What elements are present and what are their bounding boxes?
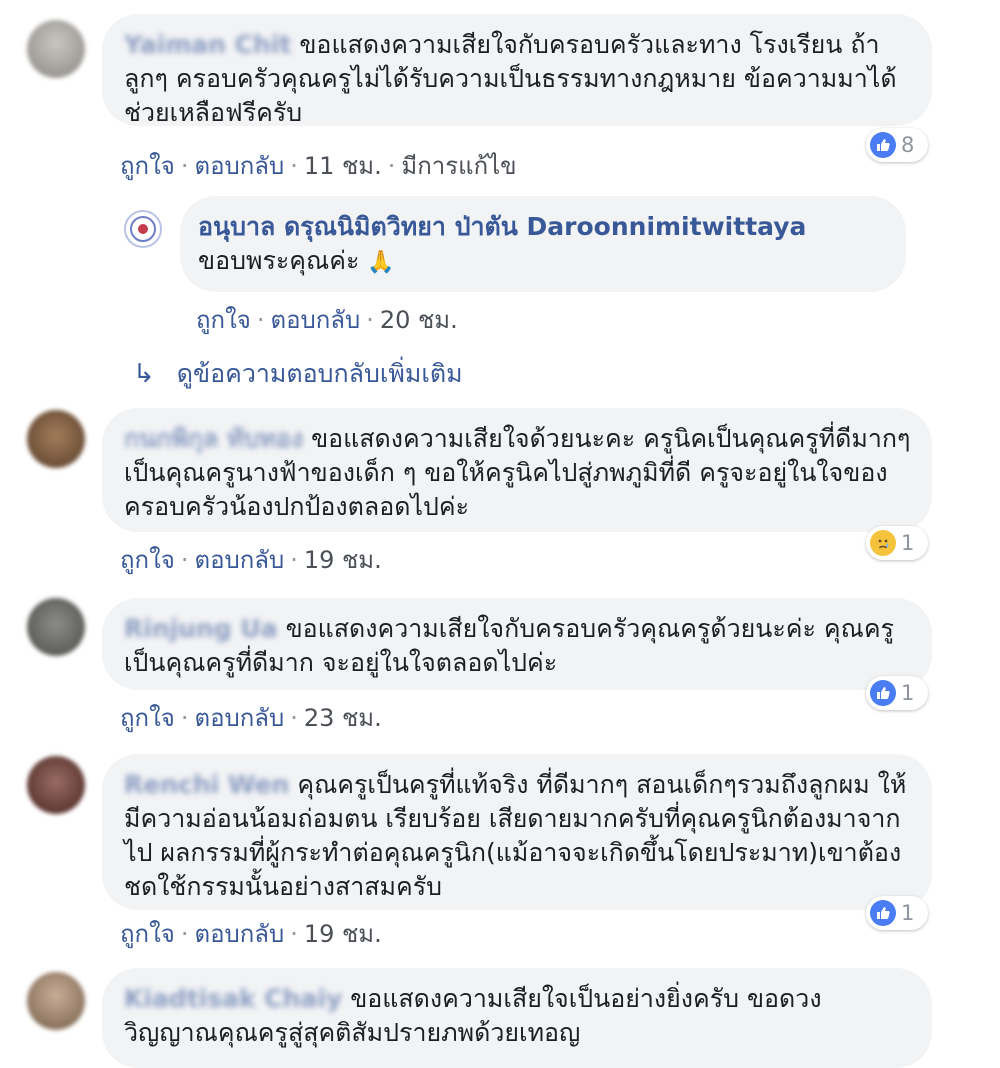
reply-link[interactable]: ตอบกลับ	[194, 920, 284, 948]
comment-bubble: Renchi Wen คุณครูเป็นครูที่แท้จริง ที่ดีม…	[102, 754, 932, 910]
sad-reaction-icon	[870, 530, 896, 556]
reaction-count-label: 1	[901, 901, 915, 925]
comment-author[interactable]: Rinjung Ua	[124, 614, 278, 643]
reaction-count[interactable]: 1	[866, 526, 928, 560]
comment-bubble: Rinjung Ua ขอแสดงความเสียใจกับครอบครัวคุณ…	[102, 598, 932, 690]
avatar[interactable]	[27, 972, 85, 1030]
comment-author[interactable]: Yaiman Chit	[124, 30, 291, 59]
timestamp[interactable]: 11 ชม.	[304, 152, 382, 180]
more-replies-label: ดูข้อความตอบกลับเพิ่มเติม	[176, 359, 463, 388]
pray-emoji-icon: 🙏	[367, 250, 395, 275]
like-link[interactable]: ถูกใจ	[120, 704, 175, 732]
reply-actions: ถูกใจ · ตอบกลับ · 20 ชม.	[196, 306, 458, 334]
page-avatar[interactable]	[124, 210, 162, 248]
like-link[interactable]: ถูกใจ	[120, 920, 175, 948]
reply-bubble: อนุบาล ดรุณนิมิตวิทยา ป่าตัน Daroonnimit…	[180, 196, 906, 292]
reaction-count[interactable]: 1	[866, 676, 928, 710]
reply-author[interactable]: อนุบาล ดรุณนิมิตวิทยา ป่าตัน Daroonnimit…	[198, 212, 806, 241]
reply-arrow-icon: ↳	[133, 359, 155, 389]
like-reaction-icon	[870, 132, 896, 158]
timestamp[interactable]: 23 ชม.	[304, 704, 382, 732]
comment-actions: ถูกใจ · ตอบกลับ · 11 ชม. · มีการแก้ไข	[120, 152, 517, 180]
comment-author[interactable]: Renchi Wen	[124, 770, 289, 799]
comment-bubble: Kiadtisak Chaiy ขอแสดงความเสียใจเป็นอย่าง…	[102, 968, 932, 1068]
comment-actions: ถูกใจ · ตอบกลับ · 19 ชม.	[120, 920, 382, 948]
reply-text: ขอบพระคุณค่ะ	[198, 246, 360, 275]
reply-link[interactable]: ตอบกลับ	[194, 704, 284, 732]
avatar[interactable]	[27, 20, 85, 78]
comment-author[interactable]: กนกพิกุล ทับทอง	[124, 424, 303, 453]
avatar[interactable]	[27, 410, 85, 468]
comment-bubble: Yaiman Chit ขอแสดงความเสียใจกับครอบครัวแล…	[102, 14, 932, 127]
more-replies-link[interactable]: ↳ ดูข้อความตอบกลับเพิ่มเติม	[133, 354, 463, 394]
reply-link[interactable]: ตอบกลับ	[194, 546, 284, 574]
reaction-count-label: 1	[901, 531, 915, 555]
reaction-count-label: 8	[901, 133, 915, 157]
like-reaction-icon	[870, 680, 896, 706]
timestamp[interactable]: 20 ชม.	[380, 306, 458, 334]
reply-link[interactable]: ตอบกลับ	[270, 306, 360, 334]
reaction-count[interactable]: 8	[866, 128, 928, 162]
timestamp[interactable]: 19 ชม.	[304, 920, 382, 948]
reaction-count[interactable]: 1	[866, 896, 928, 930]
comment-bubble: กนกพิกุล ทับทอง ขอแสดงความเสียใจด้วยนะคะ …	[102, 408, 932, 532]
comment-actions: ถูกใจ · ตอบกลับ · 23 ชม.	[120, 704, 382, 732]
reply-link[interactable]: ตอบกลับ	[194, 152, 284, 180]
avatar[interactable]	[27, 598, 85, 656]
comment-author[interactable]: Kiadtisak Chaiy	[124, 984, 342, 1013]
edited-label[interactable]: มีการแก้ไข	[401, 152, 516, 180]
avatar[interactable]	[27, 756, 85, 814]
like-link[interactable]: ถูกใจ	[196, 306, 251, 334]
timestamp[interactable]: 19 ชม.	[304, 546, 382, 574]
comment-actions: ถูกใจ · ตอบกลับ · 19 ชม.	[120, 546, 382, 574]
school-logo-icon	[130, 216, 156, 242]
like-link[interactable]: ถูกใจ	[120, 546, 175, 574]
like-reaction-icon	[870, 900, 896, 926]
reaction-count-label: 1	[901, 681, 915, 705]
like-link[interactable]: ถูกใจ	[120, 152, 175, 180]
